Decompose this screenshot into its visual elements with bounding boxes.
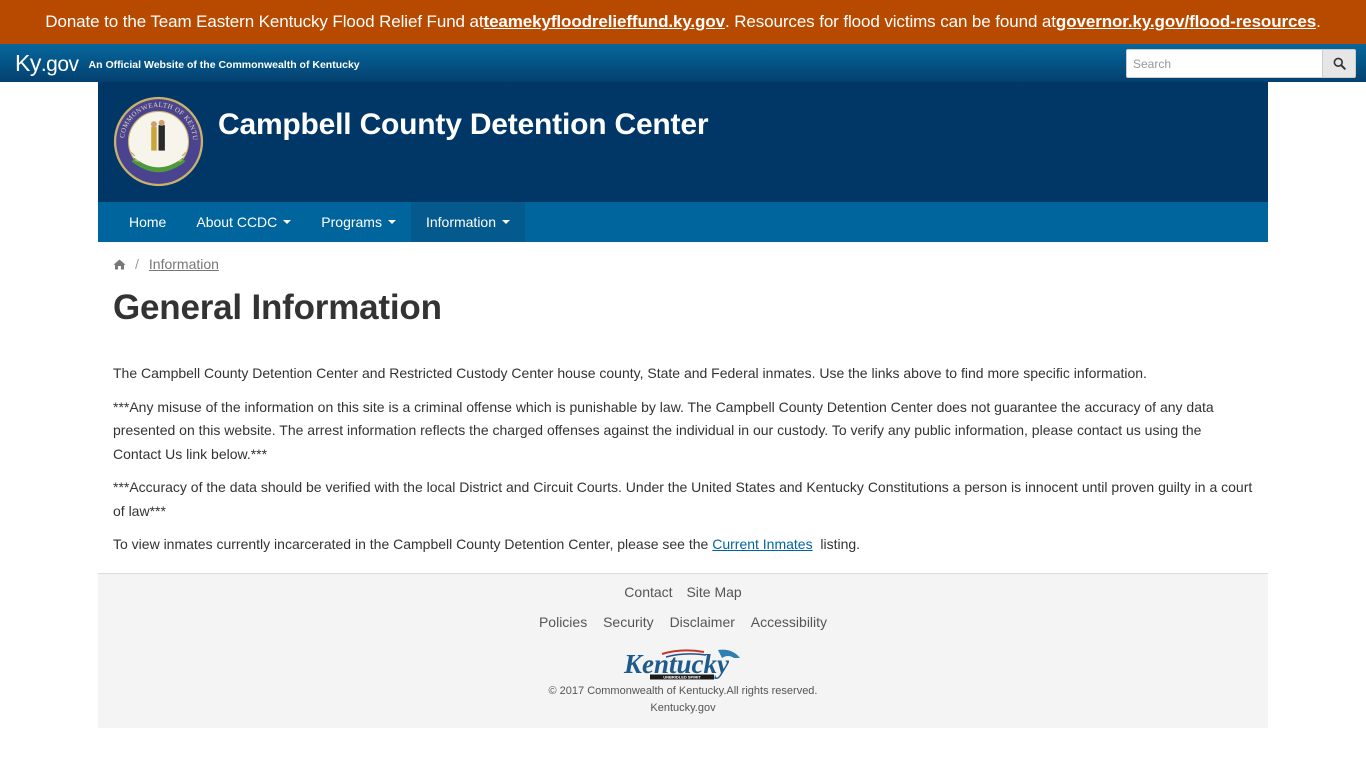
caret-down-icon [283,220,292,224]
accuracy-disclaimer-paragraph: ***Accuracy of the data should be verifi… [113,479,1253,519]
footer-links-secondary: Policies Security Disclaimer Accessibili… [98,604,1268,644]
alert-text-2: . Resources for flood victims can be fou… [724,12,1056,31]
nav-item-programs[interactable]: Programs [306,202,411,242]
flood-resources-link[interactable]: governor.ky.gov/flood-resources [1056,12,1316,32]
misuse-disclaimer-paragraph: ***Any misuse of the information on this… [113,398,1214,462]
nav-item-about-ccdc[interactable]: About CCDC [181,202,306,242]
breadcrumb: / Information [98,242,1268,276]
alert-text-1: Donate to the Team Eastern Kentucky Floo… [45,12,484,31]
kentucky-unbridled-spirit-logo[interactable]: Kentucky UNBRIDLED SPIRIT [98,646,1268,682]
copyright-text: © 2017 Commonwealth of Kentucky.All righ… [548,684,818,697]
main-nav: Home About CCDC Programs Information [98,202,1268,242]
footer-policies-link[interactable]: Policies [539,614,587,630]
main-container: COMMONWEALTH OF KENTUCKY Campbell County… [98,82,1268,728]
nav-item-label: Information [425,214,497,230]
nav-item-home[interactable]: Home [114,202,181,242]
kentucky-gov-text: Kentucky.gov [650,701,716,714]
kygov-logo-ky: Ky [15,49,41,76]
caret-down-icon [502,220,511,224]
footer-contact-link[interactable]: Contact [624,584,672,600]
flood-relief-alert-banner: Donate to the Team Eastern Kentucky Floo… [0,0,1366,44]
caret-down-icon [387,220,396,224]
footer-site-map-link[interactable]: Site Map [686,584,741,600]
current-inmates-paragraph: To view inmates currently incarcerated i… [113,533,1253,557]
search-input[interactable] [1126,49,1322,78]
search-icon [1333,57,1346,70]
kygov-tagline: An Official Website of the Commonwealth … [88,58,360,71]
current-inmates-link[interactable]: Current Inmates [712,536,812,552]
page-title: General Information [113,288,442,327]
current-inmates-text-before: To view inmates currently incarcerated i… [113,536,713,552]
agency-header: COMMONWEALTH OF KENTUCKY Campbell County… [98,82,1268,202]
kygov-top-bar: Ky.gov An Official Website of the Common… [0,44,1366,82]
page-content: The Campbell County Detention Center and… [98,350,1268,557]
nav-item-label: Home [129,214,167,230]
home-icon[interactable] [113,259,126,270]
breadcrumb-information-link[interactable]: Information [149,256,219,272]
flood-relief-fund-link[interactable]: teamekyfloodrelieffund.ky.gov [484,12,726,32]
footer-disclaimer-link[interactable]: Disclaimer [670,614,735,630]
agency-title: Campbell County Detention Center [218,108,709,141]
kygov-logo-link[interactable]: Ky.gov [15,50,79,77]
kentucky-logo-icon: Kentucky UNBRIDLED SPIRIT [623,649,740,679]
nav-item-information[interactable]: Information [410,202,526,242]
kygov-logo-gov: .gov [40,52,79,76]
kentucky-seal-icon[interactable]: COMMONWEALTH OF KENTUCKY [113,96,204,187]
site-search [1126,49,1356,78]
alert-text-3: . [1316,12,1321,31]
intro-paragraph: The Campbell County Detention Center and… [113,365,1147,381]
footer-accessibility-link[interactable]: Accessibility [751,614,827,630]
nav-item-label: About CCDC [196,214,278,230]
nav-item-label: Programs [321,214,382,230]
current-inmates-text-after: listing. [812,536,861,552]
search-button[interactable] [1322,49,1356,78]
breadcrumb-separator: / [135,256,139,272]
kentucky-logo-subtext: UNBRIDLED SPIRIT [663,674,701,679]
site-footer: Contact Site Map Policies Security Discl… [98,572,1268,728]
footer-links-primary: Contact Site Map [98,574,1268,604]
footer-security-link[interactable]: Security [603,614,654,630]
